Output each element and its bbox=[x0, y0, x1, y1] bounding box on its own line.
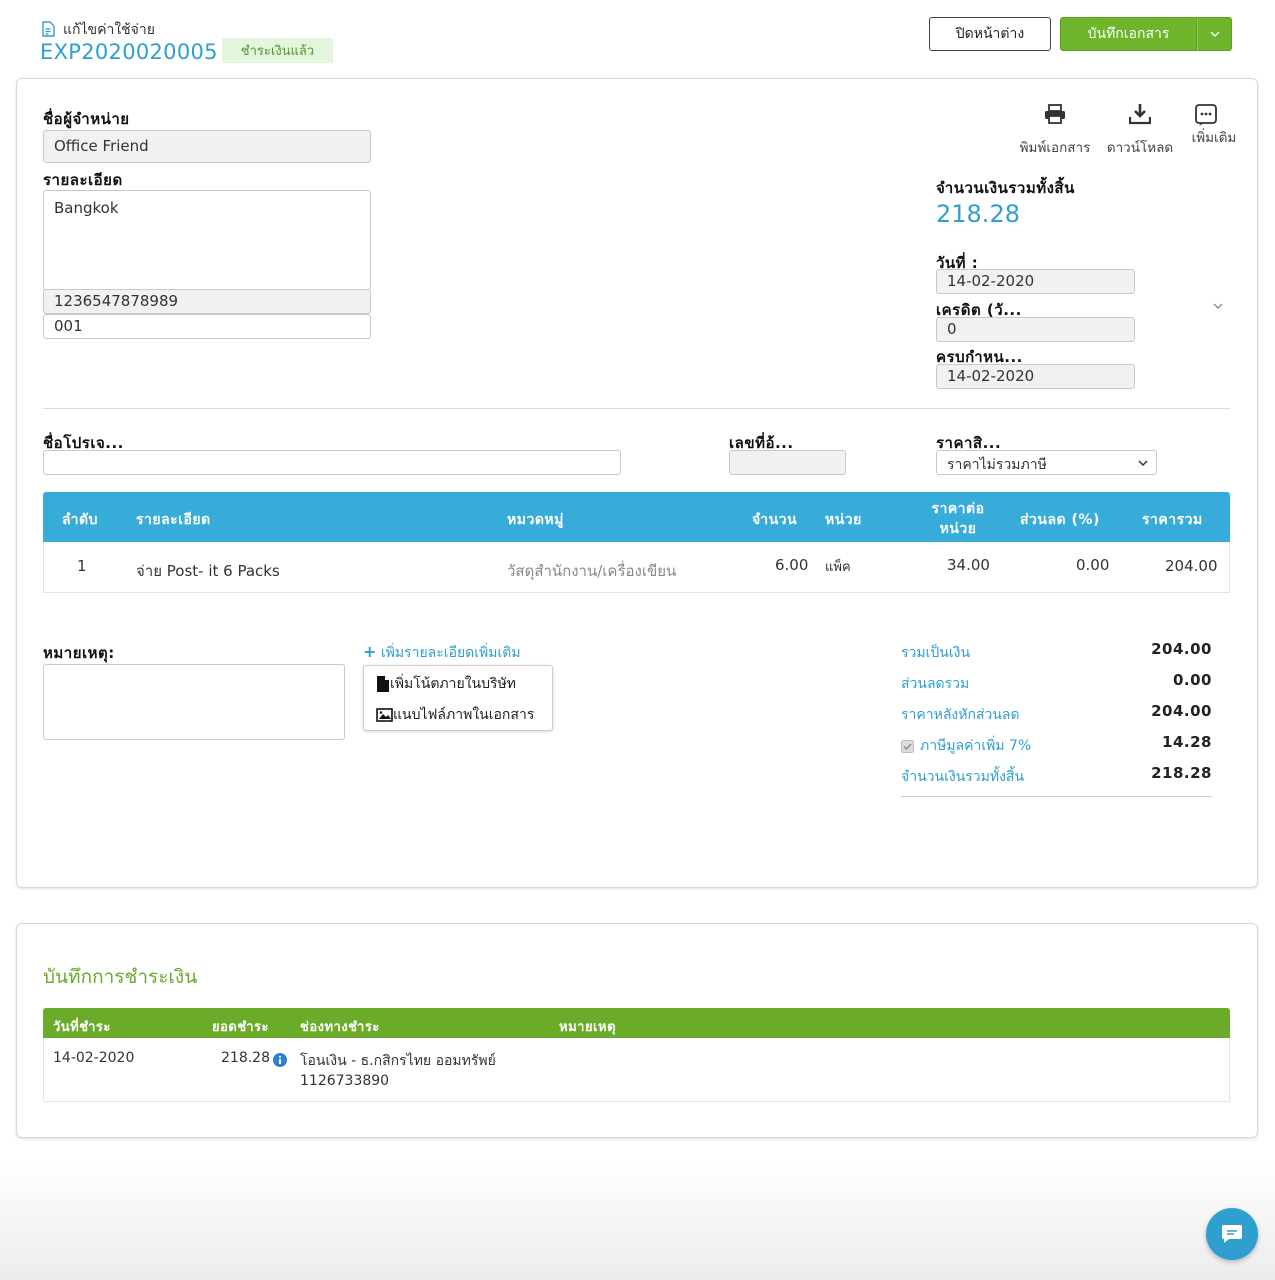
notes-textarea[interactable] bbox=[43, 664, 345, 740]
document-icon bbox=[42, 21, 55, 37]
menu-item-attach-image-label: แนบไฟล์ภาพในเอกสาร bbox=[393, 707, 535, 723]
expand-chevron-icon[interactable] bbox=[1213, 303, 1223, 309]
menu-item-internal-note-label: เพิ่มโน้ตภายในบริษัท bbox=[390, 676, 516, 692]
col-payment-amount: ยอดชำระ bbox=[212, 1020, 269, 1035]
info-icon[interactable] bbox=[273, 1053, 287, 1067]
menu-item-attach-image[interactable]: แนบไฟล์ภาพในเอกสาร bbox=[376, 704, 534, 726]
reference-number-input[interactable] bbox=[729, 450, 846, 475]
row-no: 1 bbox=[77, 557, 87, 575]
add-more-details-link[interactable]: + เพิ่มรายละเอียดเพิ่มเติม bbox=[363, 642, 521, 664]
row-quantity[interactable]: 6.00 bbox=[775, 556, 808, 574]
chat-icon bbox=[1222, 1225, 1242, 1243]
print-label: พิมพ์เอกสาร bbox=[1019, 140, 1091, 156]
col-unit: หน่วย bbox=[825, 512, 862, 528]
grand-total-value: 218.28 bbox=[936, 200, 1020, 228]
col-payment-date: วันที่ชำระ bbox=[53, 1020, 111, 1035]
printer-icon bbox=[1045, 104, 1065, 124]
payment-channel-line2: 1126733890 bbox=[300, 1073, 390, 1089]
col-unit-price: ราคาต่อ หน่วย bbox=[920, 499, 996, 539]
row-unit[interactable]: แพ็ค bbox=[825, 556, 851, 577]
image-icon bbox=[376, 708, 393, 722]
payment-channel-line1: โอนเงิน - ธ.กสิกรไทย ออมทรัพย์ bbox=[300, 1053, 496, 1069]
payment-date: 14-02-2020 bbox=[53, 1050, 135, 1066]
vat-label: ภาษีมูลค่าเพิ่ม 7% bbox=[920, 738, 1032, 754]
save-document-button[interactable]: บันทึกเอกสาร bbox=[1060, 17, 1197, 51]
project-name-input[interactable] bbox=[43, 450, 621, 475]
vendor-details-label: รายละเอียด bbox=[43, 171, 123, 189]
grand-total-summary-value: 218.28 bbox=[1151, 764, 1212, 782]
col-payment-channel: ช่องทางชำระ bbox=[300, 1020, 380, 1035]
total-discount-value: 0.00 bbox=[1172, 671, 1212, 689]
col-discount: ส่วนลด (%) bbox=[1020, 512, 1100, 528]
vendor-name-label: ชื่อผู้จำหน่าย bbox=[43, 110, 130, 128]
col-total: ราคารวม bbox=[1142, 512, 1203, 528]
after-discount-value: 204.00 bbox=[1151, 702, 1212, 720]
plus-icon: + bbox=[363, 642, 377, 661]
download-button[interactable]: ดาวน์โหลด bbox=[1103, 100, 1177, 156]
checkbox-checked-icon[interactable] bbox=[901, 739, 914, 753]
payment-section-title: บันทึกการชำระเงิน bbox=[43, 966, 198, 988]
row-description[interactable]: จ่าย Post- it 6 Packs bbox=[136, 559, 280, 583]
vat-checkbox-row[interactable]: ภาษีมูลค่าเพิ่ม 7% bbox=[901, 735, 1031, 757]
price-type-select[interactable]: ราคาไม่รวมภาษี bbox=[936, 450, 1157, 475]
subtotal-label: รวมเป็นเงิน bbox=[901, 645, 971, 661]
grand-total-summary-label: จำนวนเงินรวมทั้งสิ้น bbox=[901, 769, 1025, 785]
total-discount-label: ส่วนลดรวม bbox=[901, 676, 970, 692]
row-category[interactable]: วัสดุสำนักงาน/เครื่องเขียน bbox=[507, 559, 676, 583]
notes-label: หมายเหตุ: bbox=[43, 644, 115, 662]
chat-button[interactable] bbox=[1206, 1208, 1258, 1260]
header: แก้ไขค่าใช้จ่าย EXP2020020005 ชำระเงินแล… bbox=[0, 0, 1275, 75]
totals-divider bbox=[901, 796, 1212, 797]
payment-row bbox=[43, 1038, 1230, 1102]
chevron-down-icon bbox=[1138, 460, 1148, 466]
grand-total-label: จำนวนเงินรวมทั้งสิ้น bbox=[936, 179, 1075, 197]
row-discount[interactable]: 0.00 bbox=[1076, 556, 1109, 574]
col-quantity: จำนวน bbox=[752, 512, 798, 528]
col-description: รายละเอียด bbox=[136, 512, 211, 528]
more-options-icon bbox=[1195, 104, 1217, 126]
more-label: เพิ่มเติม bbox=[1191, 130, 1237, 146]
col-unit-price-line2: หน่วย bbox=[939, 521, 977, 537]
col-unit-price-line1: ราคาต่อ bbox=[931, 501, 985, 517]
add-more-details-label: เพิ่มรายละเอียดเพิ่มเติม bbox=[380, 645, 521, 661]
page-bottom-fade bbox=[0, 1160, 1275, 1280]
save-options-dropdown[interactable] bbox=[1197, 17, 1232, 51]
document-number: EXP2020020005 bbox=[40, 40, 218, 64]
file-icon bbox=[377, 676, 389, 692]
date-field[interactable]: 14-02-2020 bbox=[936, 269, 1135, 294]
vendor-name-field[interactable]: Office Friend bbox=[43, 130, 371, 163]
payment-amount: 218.28 bbox=[221, 1050, 270, 1066]
col-payment-note: หมายเหตุ bbox=[559, 1020, 617, 1035]
subtotal-value: 204.00 bbox=[1151, 640, 1212, 658]
download-icon bbox=[1129, 104, 1151, 125]
col-category: หมวดหมู่ bbox=[507, 512, 564, 528]
due-date-field[interactable]: 14-02-2020 bbox=[936, 364, 1135, 389]
row-unit-price[interactable]: 34.00 bbox=[947, 556, 990, 574]
close-window-button[interactable]: ปิดหน้าต่าง bbox=[929, 17, 1051, 51]
section-divider bbox=[43, 408, 1230, 409]
download-label: ดาวน์โหลด bbox=[1106, 140, 1174, 156]
vendor-branch-field[interactable]: 001 bbox=[43, 314, 371, 339]
vat-value: 14.28 bbox=[1162, 733, 1212, 751]
more-button[interactable]: เพิ่มเติม bbox=[1183, 100, 1245, 156]
row-total: 204.00 bbox=[1165, 557, 1218, 575]
menu-item-internal-note[interactable]: เพิ่มโน้ตภายในบริษัท bbox=[376, 673, 516, 695]
chevron-down-icon bbox=[1210, 31, 1219, 37]
vendor-tax-id-field[interactable]: 1236547878989 bbox=[43, 289, 371, 314]
price-type-value: ราคาไม่รวมภาษี bbox=[947, 457, 1047, 473]
credit-days-field[interactable]: 0 bbox=[936, 317, 1135, 342]
vendor-address-field[interactable]: Bangkok bbox=[43, 190, 371, 290]
print-button[interactable]: พิมพ์เอกสาร bbox=[1012, 100, 1098, 156]
status-badge: ชำระเงินแล้ว bbox=[222, 38, 333, 63]
page-title: แก้ไขค่าใช้จ่าย bbox=[63, 22, 155, 38]
col-no: ลำดับ bbox=[62, 512, 98, 528]
after-discount-label: ราคาหลังหักส่วนลด bbox=[901, 707, 1020, 723]
